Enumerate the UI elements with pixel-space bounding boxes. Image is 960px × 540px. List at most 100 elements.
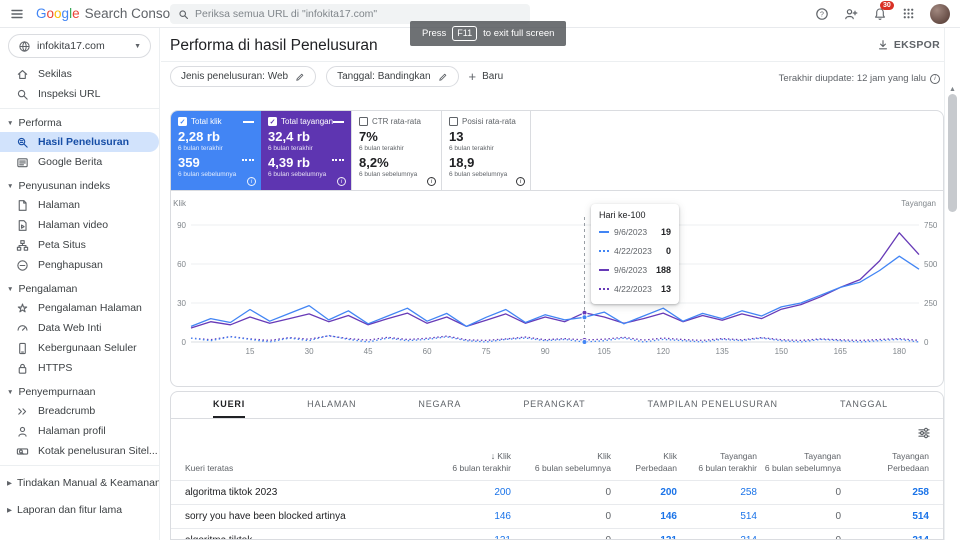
metric-card-total-tayangan[interactable]: ✓ Total tayangan 32,4 rb 6 bulan terakhir 4,… xyxy=(261,111,351,190)
filter-chip-1[interactable]: Tanggal: Bandingkan xyxy=(326,66,459,87)
dotted-line-legend xyxy=(242,159,254,161)
tooltip-date: 4/22/2023 xyxy=(614,245,652,256)
avatar[interactable] xyxy=(930,3,950,24)
tooltip-date: 4/22/2023 xyxy=(614,283,652,294)
info-icon[interactable]: i xyxy=(337,177,346,186)
cell-kueri[interactable]: algoritma tiktok 2023 xyxy=(185,487,411,498)
search-input[interactable] xyxy=(195,8,522,20)
column-header-tayangan-perbedaan[interactable]: Tayangan Perbedaan xyxy=(841,451,929,474)
sidebar-item-breadcrumb[interactable]: Breadcrumb xyxy=(0,401,159,421)
help-icon[interactable]: ? xyxy=(815,7,829,21)
cell-value: 214 xyxy=(841,535,929,539)
sidebar-section-penyempurnaan[interactable]: ▼ Penyempurnaan xyxy=(0,383,159,401)
filter-tune-icon[interactable] xyxy=(917,426,931,440)
cell-value: 146 xyxy=(494,511,511,522)
sidebar-item-kotak-penelusuran-sitel[interactable]: Kotak penelusuran Sitel... xyxy=(0,441,159,461)
sidebar-item-halaman-profil[interactable]: Halaman profil xyxy=(0,421,159,441)
metric-value-previous: 18,9 xyxy=(449,155,475,170)
sidebar-section-laporan-dan-fitur-lama[interactable]: ▶ Laporan dan fitur lama xyxy=(0,500,159,520)
page-icon xyxy=(16,199,29,212)
sidebar-item-halaman[interactable]: Halaman xyxy=(0,195,159,215)
tab-negara[interactable]: NEGARA xyxy=(418,392,461,418)
lock-icon xyxy=(16,362,29,375)
line-chart[interactable]: 0 30 60 90 0 250 500 750 15 30 45 60 75 90 105 120 135 15… xyxy=(171,192,944,387)
checkbox-icon[interactable] xyxy=(359,117,368,126)
sidebar-item-kebergunaan-seluler[interactable]: Kebergunaan Seluler xyxy=(0,338,159,358)
sidebar-section-penyusunan-indeks[interactable]: ▼ Penyusunan indeks xyxy=(0,177,159,195)
metric-title: Total klik xyxy=(191,117,222,126)
sidebar-item-hasil-penelusuran[interactable]: Hasil Penelusuran xyxy=(0,132,159,152)
add-user-icon[interactable] xyxy=(844,7,858,21)
performance-chart[interactable]: 0 30 60 90 0 250 500 750 15 30 45 60 75 90 105 120 135 15… xyxy=(171,192,943,386)
scrollbar[interactable]: ▲ xyxy=(944,28,960,540)
checkbox-icon[interactable]: ✓ xyxy=(268,117,277,126)
profile-page-icon xyxy=(16,425,29,438)
chevron-down-icon: ▼ xyxy=(7,388,14,396)
table-row[interactable]: sorry you have been blocked artinya 146 0 1… xyxy=(171,505,943,529)
tab-tampilan-penelusuran[interactable]: TAMPILAN PENELUSURAN xyxy=(648,392,778,418)
sidebar-item-halaman-video[interactable]: Halaman video xyxy=(0,215,159,235)
sidebar-section-tindakan-manual-keamanan[interactable]: ▶ Tindakan Manual & Keamanan xyxy=(0,473,159,493)
svg-text:250: 250 xyxy=(924,299,938,308)
column-header-kueri-teratas[interactable]: Kueri teratas xyxy=(185,463,411,474)
cell-value: 514 xyxy=(912,511,929,522)
scrollbar-thumb[interactable] xyxy=(948,94,957,212)
sidebar: infokita17.com ▼ Sekilas Inspeksi URL ▼ Per… xyxy=(0,28,160,540)
tab-perangkat[interactable]: PERANGKAT xyxy=(523,392,585,418)
cell-value: 0 xyxy=(511,535,611,539)
menu-icon[interactable] xyxy=(10,7,24,21)
property-selector[interactable]: infokita17.com ▼ xyxy=(8,34,151,58)
edit-icon[interactable] xyxy=(295,72,305,82)
logo-suffix: Search Console xyxy=(84,6,181,21)
info-icon[interactable]: i xyxy=(427,177,436,186)
sidebar-item-penghapusan[interactable]: Penghapusan xyxy=(0,255,159,275)
checkbox-icon[interactable]: ✓ xyxy=(178,117,187,126)
info-icon[interactable]: i xyxy=(930,73,940,84)
export-button[interactable]: EKSPOR xyxy=(877,39,940,51)
sidebar-item-data-web-inti[interactable]: Data Web Inti xyxy=(0,318,159,338)
notifications-bell-icon[interactable]: 30 xyxy=(873,0,894,21)
sidebar-section-performa[interactable]: ▼ Performa xyxy=(0,114,159,132)
sidebar-item-peta-situs[interactable]: Peta Situs xyxy=(0,235,159,255)
sidebar-item-google-berita[interactable]: Google Berita xyxy=(0,152,159,172)
column-header-klik-6-bulan-terakhir[interactable]: ↓ Klik 6 bulan terakhir xyxy=(411,450,511,474)
sidebar-item-pengalaman-halaman[interactable]: Pengalaman Halaman xyxy=(0,298,159,318)
chevron-right-icon: ▶ xyxy=(7,507,12,514)
svg-text:0: 0 xyxy=(182,338,187,347)
column-header-klik-perbedaan[interactable]: Klik Perbedaan xyxy=(611,451,677,474)
svg-text:?: ? xyxy=(820,11,824,18)
scroll-up-icon[interactable]: ▲ xyxy=(949,86,956,93)
metric-card-total-klik[interactable]: ✓ Total klik 2,28 rb 6 bulan terakhir 359 6 b… xyxy=(171,111,261,190)
sidebar-divider xyxy=(0,465,159,466)
sidebar-item-inspeksi-url[interactable]: Inspeksi URL xyxy=(0,84,159,104)
sidebar-item-sekilas[interactable]: Sekilas xyxy=(0,64,159,84)
tab-halaman[interactable]: HALAMAN xyxy=(307,392,356,418)
solid-line-legend xyxy=(599,268,609,271)
edit-icon[interactable] xyxy=(438,72,448,82)
tab-tanggal[interactable]: TANGGAL xyxy=(840,392,888,418)
info-icon[interactable]: i xyxy=(516,177,525,186)
sidebar-section-pengalaman[interactable]: ▼ Pengalaman xyxy=(0,280,159,298)
info-icon[interactable]: i xyxy=(247,177,256,186)
column-header-klik-6-bulan-sebelumnya[interactable]: Klik 6 bulan sebelumnya xyxy=(511,451,611,474)
column-header-tayangan-6-bulan-terakhir[interactable]: Tayangan 6 bulan terakhir xyxy=(677,451,757,474)
page-title: Performa di hasil Penelusuran xyxy=(170,37,378,54)
metric-label-previous: 6 bulan sebelumnya xyxy=(268,171,327,178)
tab-kueri[interactable]: KUERI xyxy=(213,392,246,418)
metric-label-current: 6 bulan terakhir xyxy=(268,145,313,152)
apps-grid-icon[interactable] xyxy=(902,7,915,20)
svg-text:150: 150 xyxy=(775,347,789,356)
filter-chip-0[interactable]: Jenis penelusuran: Web xyxy=(170,66,317,87)
solid-line-legend xyxy=(333,121,344,123)
chart-tooltip: Hari ke-100 9/6/2023 19 4/22/2023 0 9/6/2023 1… xyxy=(591,204,679,304)
sidebar-item-https[interactable]: HTTPS xyxy=(0,358,159,378)
column-header-tayangan-6-bulan-sebelumnya[interactable]: Tayangan 6 bulan sebelumnya xyxy=(757,451,841,474)
table-row[interactable]: algoritma tiktok12101212140214 xyxy=(171,529,943,539)
new-filter-button[interactable]: + Baru xyxy=(469,69,504,84)
metric-card-posisi-rata-rata[interactable]: Posisi rata-rata 13 6 bulan terakhir 18,9 6 … xyxy=(441,111,531,190)
cell-kueri[interactable]: sorry you have been blocked artinya xyxy=(185,511,411,522)
metric-card-ctr-rata-rata[interactable]: CTR rata-rata 7% 6 bulan terakhir 8,2% 6 bul… xyxy=(351,111,441,190)
cell-kueri[interactable]: algoritma tiktok xyxy=(185,535,411,539)
checkbox-icon[interactable] xyxy=(449,117,458,126)
table-row[interactable]: algoritma tiktok 2023 200 0 200 258 0 258 xyxy=(171,481,943,505)
